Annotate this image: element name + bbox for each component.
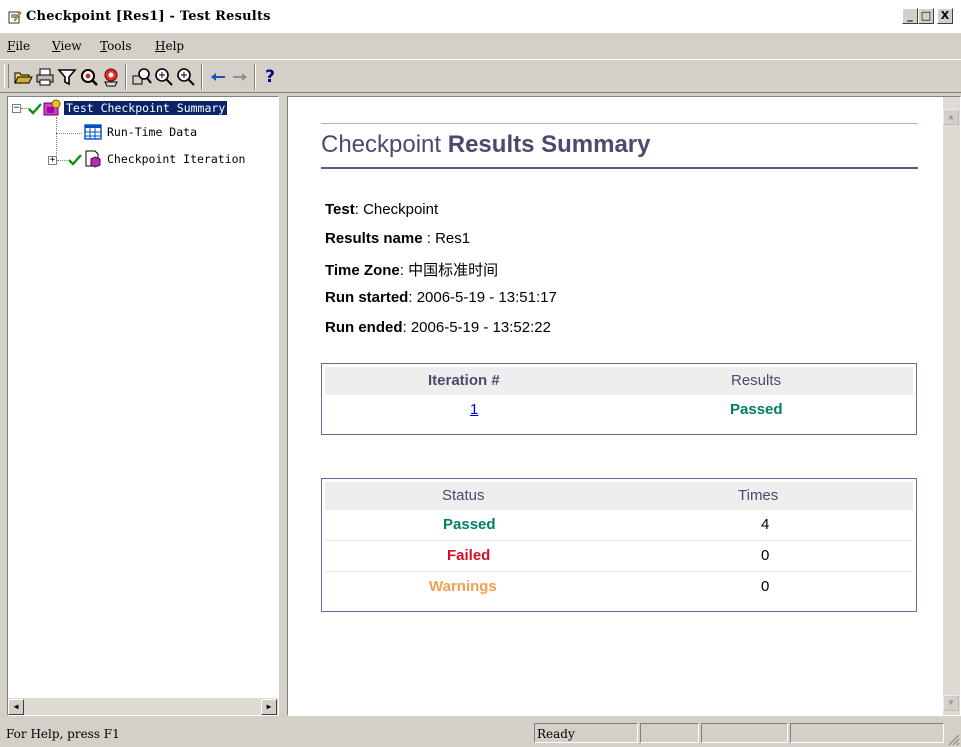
status-panel — [790, 723, 944, 743]
results-tree[interactable]: − Test Checkpoint Summary Run-Time Data … — [7, 96, 279, 716]
iterations-table: Iteration # Results 1 Passed — [321, 363, 917, 435]
times-value: 0 — [761, 547, 770, 564]
status-help-text: For Help, press F1 — [6, 727, 120, 741]
menu-file[interactable]: File — [7, 39, 30, 53]
info-value: Checkpoint — [363, 201, 439, 218]
column-header: Status — [442, 487, 485, 504]
app-edit-icon — [8, 11, 22, 24]
table-header: Status Times — [325, 482, 913, 510]
menu-view[interactable]: View — [52, 39, 82, 53]
help-icon[interactable]: ? — [259, 66, 281, 88]
horizontal-scrollbar[interactable]: ◀ ▶ — [8, 698, 278, 715]
toolbar: ? — [0, 59, 961, 93]
info-value: 2006-5-19 - 13:52:22 — [410, 319, 551, 336]
close-button[interactable]: X — [937, 8, 953, 24]
times-value: 4 — [761, 516, 770, 533]
results-summary-pane: Checkpoint Results Summary Test: Checkpo… — [287, 96, 961, 716]
tree-item-runtime-data[interactable]: Run-Time Data — [8, 123, 278, 141]
table-row: Passed 4 — [325, 510, 913, 540]
zoom-out-icon[interactable] — [175, 66, 197, 88]
times-value: 0 — [761, 578, 770, 595]
column-header: Iteration # — [428, 372, 500, 389]
minimize-button[interactable]: _ — [902, 8, 918, 24]
table-header: Iteration # Results — [325, 367, 913, 395]
table-row: Warnings 0 — [325, 571, 913, 602]
column-header: Results — [731, 372, 782, 389]
toolbar-separator — [125, 64, 127, 90]
status-table: Status Times Passed 4 Failed 0 Warnings … — [321, 478, 917, 612]
forward-arrow-icon[interactable] — [229, 66, 251, 88]
table-row: Failed 0 — [325, 540, 913, 571]
title-divider — [321, 167, 918, 169]
tree-item-label: Test Checkpoint Summary — [64, 101, 228, 115]
maximize-button[interactable]: □ — [918, 8, 934, 24]
open-icon[interactable] — [12, 66, 34, 88]
title-bar: Checkpoint [Res1] - Test Results _ □ X — [0, 0, 961, 34]
back-arrow-icon[interactable] — [207, 66, 229, 88]
tree-item-label: Run-Time Data — [107, 125, 198, 139]
check-icon — [68, 154, 82, 166]
filter-icon[interactable] — [56, 66, 78, 88]
scroll-up-arrow-icon[interactable]: ▲ — [943, 109, 959, 125]
resize-grip-icon[interactable] — [946, 732, 960, 746]
toolbar-separator — [254, 64, 256, 90]
zoom-fit-icon[interactable] — [131, 66, 153, 88]
status-failed: Failed — [447, 547, 491, 564]
status-panel — [701, 723, 788, 743]
scroll-left-arrow-icon[interactable]: ◀ — [8, 699, 24, 715]
menu-tools[interactable]: Tools — [100, 39, 132, 53]
title-light: Checkpoint — [321, 131, 442, 158]
toolbar-separator — [201, 64, 203, 90]
status-panel-state: Ready — [534, 723, 638, 743]
iteration-icon — [85, 150, 101, 168]
toolbar-grip[interactable] — [4, 64, 9, 88]
status-warnings: Warnings — [429, 578, 497, 595]
page-title: Checkpoint Results Summary — [321, 131, 651, 159]
info-value: 中国标准时间 — [408, 262, 499, 279]
scroll-down-arrow-icon[interactable]: ▼ — [943, 695, 959, 711]
title-divider — [321, 123, 918, 124]
test-summary-icon — [43, 99, 61, 116]
find-icon[interactable] — [78, 66, 100, 88]
table-row: 1 Passed — [325, 395, 913, 425]
status-state: Ready — [537, 727, 575, 741]
menu-help[interactable]: Help — [155, 39, 184, 53]
menu-bar: File View Tools Help — [0, 34, 961, 58]
result-status: Passed — [730, 401, 783, 418]
tree-item-test-summary[interactable]: Test Checkpoint Summary — [8, 99, 278, 117]
check-icon — [28, 103, 42, 115]
info-test: Test: Checkpoint — [325, 201, 439, 218]
info-time-zone: Time Zone: 中国标准时间 — [325, 262, 499, 279]
info-value: Res1 — [435, 230, 471, 247]
vertical-scrollbar[interactable]: ▲ ▼ — [943, 97, 960, 715]
datatable-icon — [84, 124, 102, 140]
info-value: 2006-5-19 - 13:51:17 — [416, 289, 557, 306]
print-icon[interactable] — [34, 66, 56, 88]
zoom-in-icon[interactable] — [153, 66, 175, 88]
iteration-link[interactable]: 1 — [470, 401, 478, 418]
info-run-started: Run started: 2006-5-19 - 13:51:17 — [325, 289, 557, 306]
status-passed: Passed — [443, 516, 496, 533]
tree-item-label: Checkpoint Iteration — [107, 152, 246, 166]
window-title: Checkpoint [Res1] - Test Results — [26, 9, 271, 24]
info-run-ended: Run ended: 2006-5-19 - 13:52:22 — [325, 319, 551, 336]
bitmap-checkpoint-icon[interactable] — [100, 66, 122, 88]
info-results-name: Results name : Res1 — [325, 230, 471, 247]
scroll-right-arrow-icon[interactable]: ▶ — [261, 699, 277, 715]
column-header: Times — [738, 487, 779, 504]
title-bold: Results Summary — [447, 131, 651, 158]
status-panel — [640, 723, 699, 743]
status-bar: For Help, press F1 Ready — [0, 720, 961, 747]
tree-item-checkpoint-iteration[interactable]: Checkpoint Iteration — [8, 150, 278, 168]
